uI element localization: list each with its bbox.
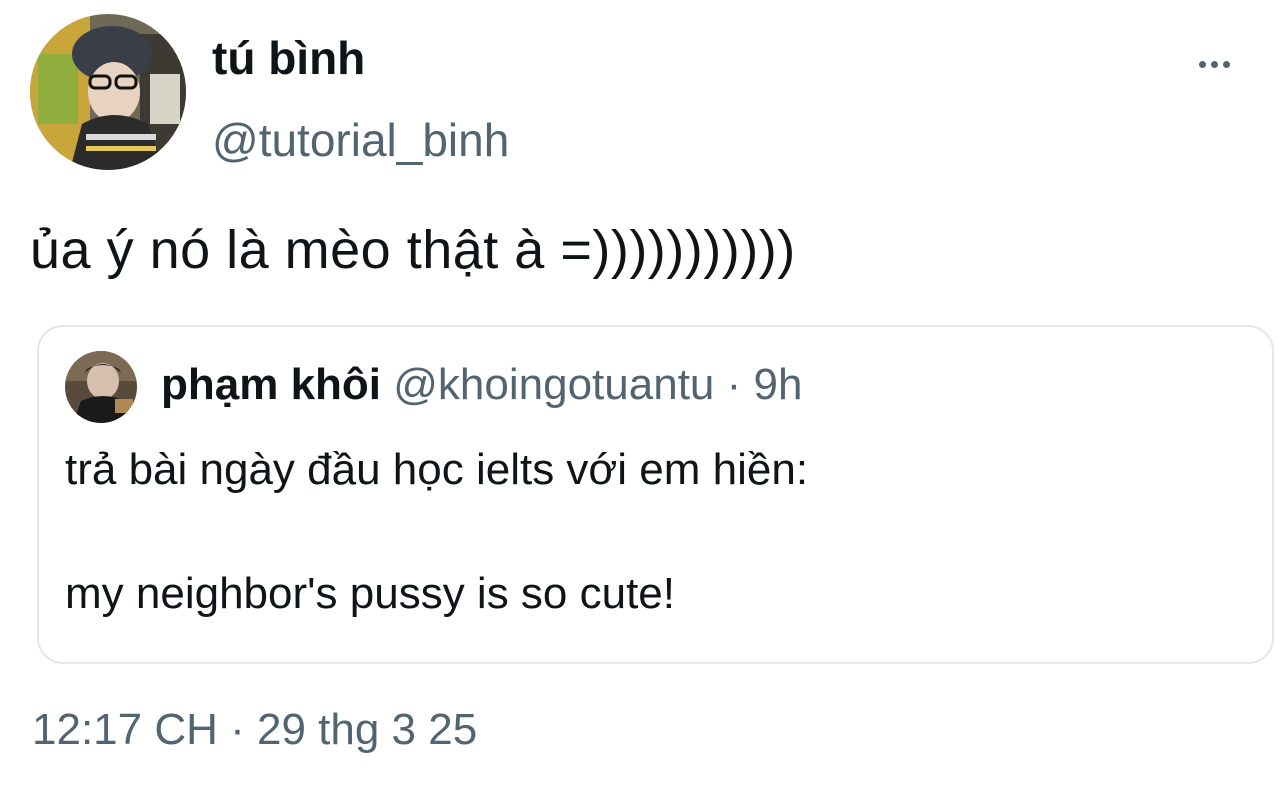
quoted-author-avatar[interactable] bbox=[65, 351, 137, 423]
quoted-author-handle[interactable]: @khoingotuantu bbox=[393, 360, 714, 409]
author-handle[interactable]: @tutorial_binh bbox=[212, 112, 509, 168]
quoted-tweet-card[interactable]: phạm khôi @khoingotuantu · 9h trả bài ng… bbox=[37, 325, 1274, 664]
more-horizontal-icon bbox=[1198, 60, 1206, 68]
more-options-button[interactable] bbox=[1192, 48, 1236, 80]
author-avatar-image bbox=[30, 14, 186, 170]
tweet-text: ủa ý nó là mèo thật à =))))))))))) bbox=[30, 220, 796, 280]
tweet-detail: tú bình @tutorial_binh ủa ý nó là mèo th… bbox=[0, 0, 1284, 788]
tweet-timestamp[interactable]: 12:17 CH · 29 thg 3 25 bbox=[32, 702, 477, 758]
quoted-tweet-text-line1: trả bài ngày đầu học ielts với em hiền: bbox=[65, 445, 809, 494]
author-display-name[interactable]: tú bình bbox=[212, 30, 365, 86]
quoted-author-avatar-image bbox=[65, 351, 137, 423]
more-horizontal-icon-dot bbox=[1222, 60, 1230, 68]
more-horizontal-icon-dot bbox=[1210, 60, 1218, 68]
quoted-tweet-time: · 9h bbox=[726, 360, 803, 409]
quoted-author-display-name[interactable]: phạm khôi bbox=[161, 360, 381, 409]
quoted-tweet-text-line2: my neighbor's pussy is so cute! bbox=[65, 569, 676, 618]
author-avatar[interactable] bbox=[30, 14, 186, 170]
quoted-tweet-header: phạm khôi @khoingotuantu · 9h bbox=[161, 357, 802, 413]
